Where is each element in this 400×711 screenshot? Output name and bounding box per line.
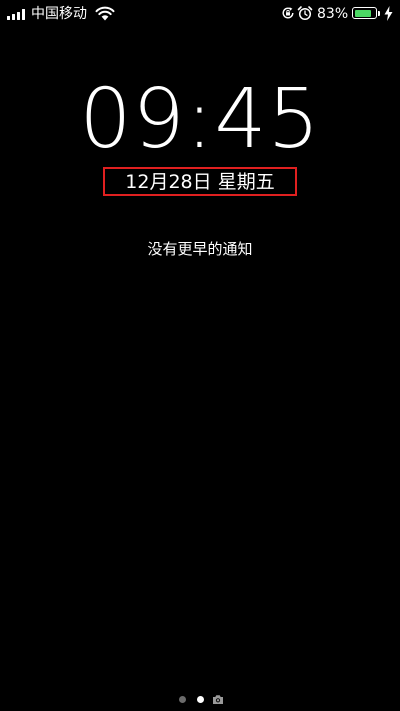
battery-percent: 83%	[317, 6, 349, 22]
carrier-name: 中国移动	[31, 6, 87, 22]
page-dot-2-active[interactable]	[197, 696, 204, 703]
rotation-lock-icon	[282, 7, 294, 19]
date-highlight-box: 12月28日 星期五	[103, 167, 297, 196]
signal-icon	[7, 8, 27, 20]
battery-level-fill	[354, 9, 372, 17]
lock-screen-time: 09:45	[79, 72, 321, 167]
charging-icon	[384, 6, 393, 21]
page-dot-1[interactable]	[179, 696, 186, 703]
no-older-notifications-text: 没有更早的通知	[147, 240, 253, 258]
status-bar: 中国移动 83%	[0, 0, 400, 28]
battery-icon	[352, 7, 377, 19]
camera-icon[interactable]	[212, 694, 224, 705]
alarm-icon	[297, 6, 313, 21]
battery-tip	[378, 11, 380, 16]
page-indicator[interactable]	[176, 694, 226, 706]
lock-screen-date: 12月28日 星期五	[125, 171, 275, 193]
wifi-icon	[95, 6, 115, 21]
